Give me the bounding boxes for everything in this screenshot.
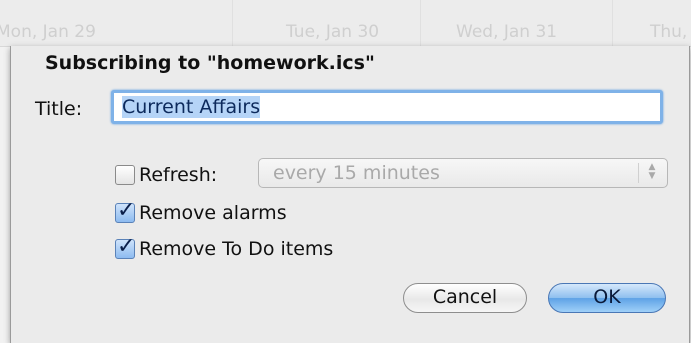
calendar-day-label: Tue, Jan 30 xyxy=(286,22,380,42)
refresh-interval-value: every 15 minutes xyxy=(273,162,440,184)
checkmark-icon: ✓ xyxy=(117,198,136,223)
remove-alarms-row: ✓ Remove alarms xyxy=(115,198,287,226)
refresh-row: Refresh: xyxy=(115,162,217,188)
title-input-value: Current Affairs xyxy=(122,96,261,118)
refresh-interval-popup[interactable]: every 15 minutes ▲ ▼ xyxy=(258,158,668,188)
remove-todo-label[interactable]: Remove To Do items xyxy=(139,238,333,260)
calendar-header: Mon, Jan 29 Tue, Jan 30 Wed, Jan 31 Thu, xyxy=(0,0,691,47)
app-window: Mon, Jan 29 Tue, Jan 30 Wed, Jan 31 Thu,… xyxy=(0,0,691,343)
remove-todo-checkbox[interactable]: ✓ xyxy=(115,234,135,259)
remove-todo-row: ✓ Remove To Do items xyxy=(115,234,333,262)
title-input[interactable]: Current Affairs xyxy=(111,90,663,124)
calendar-day-label: Mon, Jan 29 xyxy=(0,22,96,42)
updown-arrows-icon: ▲ ▼ xyxy=(638,163,661,183)
calendar-day-label: Thu, xyxy=(650,22,688,42)
remove-alarms-label[interactable]: Remove alarms xyxy=(139,202,287,224)
refresh-label[interactable]: Refresh: xyxy=(139,164,217,186)
title-field-label: Title: xyxy=(35,98,83,120)
ok-button[interactable]: OK xyxy=(548,283,666,313)
subscribe-sheet: Subscribing to "homework.ics" Title: Cur… xyxy=(10,46,690,343)
refresh-checkbox[interactable] xyxy=(115,165,135,185)
cancel-button[interactable]: Cancel xyxy=(403,283,527,313)
remove-alarms-checkbox[interactable]: ✓ xyxy=(115,198,135,223)
checkmark-icon: ✓ xyxy=(117,234,136,259)
sheet-title: Subscribing to "homework.ics" xyxy=(45,52,375,74)
calendar-day-label: Wed, Jan 31 xyxy=(456,22,558,42)
